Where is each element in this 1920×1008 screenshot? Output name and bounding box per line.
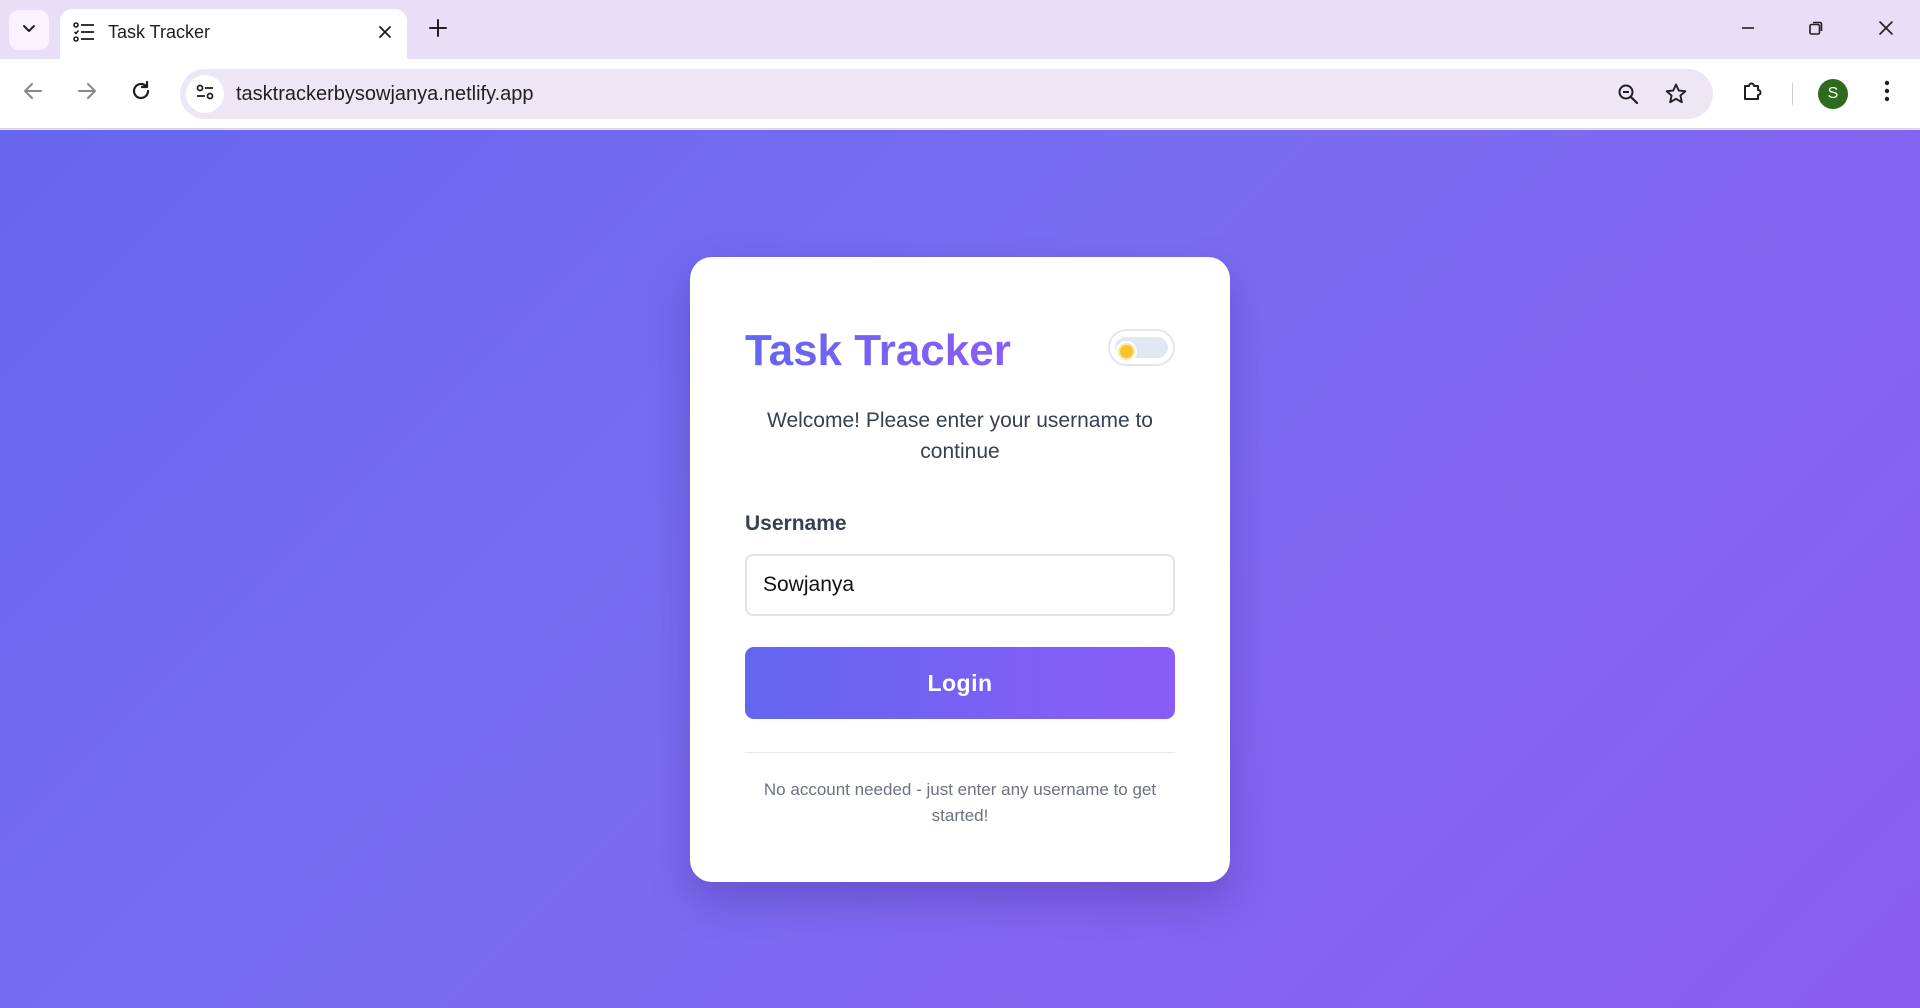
login-card: Task Tracker Welcome! Please enter your … <box>690 257 1230 882</box>
welcome-text: Welcome! Please enter your username to c… <box>767 409 1153 463</box>
theme-toggle[interactable] <box>1108 329 1175 366</box>
app-title: Task Tracker <box>745 326 1011 375</box>
footnote-text: No account needed - just enter any usern… <box>763 780 1157 825</box>
url-text[interactable]: tasktrackerbysowjanya.netlify.app <box>236 82 534 106</box>
close-icon[interactable] <box>372 19 398 45</box>
close-icon <box>1878 20 1894 41</box>
extensions-button[interactable] <box>1736 76 1770 110</box>
address-bar[interactable]: tasktrackerbysowjanya.netlify.app <box>180 69 1713 119</box>
sun-icon <box>1118 343 1135 360</box>
checklist-icon <box>71 19 97 45</box>
restore-icon <box>1808 20 1824 41</box>
login-button[interactable]: Login <box>745 647 1175 719</box>
zoom-out-icon[interactable] <box>1614 80 1642 108</box>
close-window-button[interactable] <box>1866 12 1906 48</box>
plus-icon <box>428 18 448 43</box>
new-tab-button[interactable] <box>424 16 452 44</box>
profile-avatar[interactable]: S <box>1818 79 1848 109</box>
browser-menu-button[interactable] <box>1870 76 1904 110</box>
minimize-icon <box>1740 20 1756 41</box>
divider <box>745 752 1175 753</box>
puzzle-icon <box>1741 79 1765 108</box>
reload-button[interactable] <box>124 76 158 110</box>
reload-icon <box>130 80 152 107</box>
toolbar-divider <box>1792 83 1793 105</box>
arrow-left-icon <box>22 80 44 107</box>
tab-search-button[interactable] <box>9 10 49 50</box>
site-info-button[interactable] <box>186 75 224 113</box>
chevron-down-icon <box>21 20 37 41</box>
minimize-button[interactable] <box>1728 12 1768 48</box>
back-button[interactable] <box>16 76 50 110</box>
browser-toolbar: tasktrackerbysowjanya.netlify.app S <box>0 59 1920 129</box>
browser-tab[interactable]: Task Tracker <box>60 9 407 59</box>
browser-tab-strip: Task Tracker <box>0 0 1920 59</box>
star-icon[interactable] <box>1662 80 1690 108</box>
username-input[interactable] <box>745 554 1175 616</box>
username-label: Username <box>745 512 847 535</box>
page-background: Task Tracker Welcome! Please enter your … <box>0 130 1920 1008</box>
tune-icon <box>195 82 215 107</box>
restore-button[interactable] <box>1796 12 1836 48</box>
kebab-menu-icon <box>1884 80 1890 107</box>
arrow-right-icon <box>76 80 98 107</box>
forward-button[interactable] <box>70 76 104 110</box>
tab-title: Task Tracker <box>108 22 211 42</box>
